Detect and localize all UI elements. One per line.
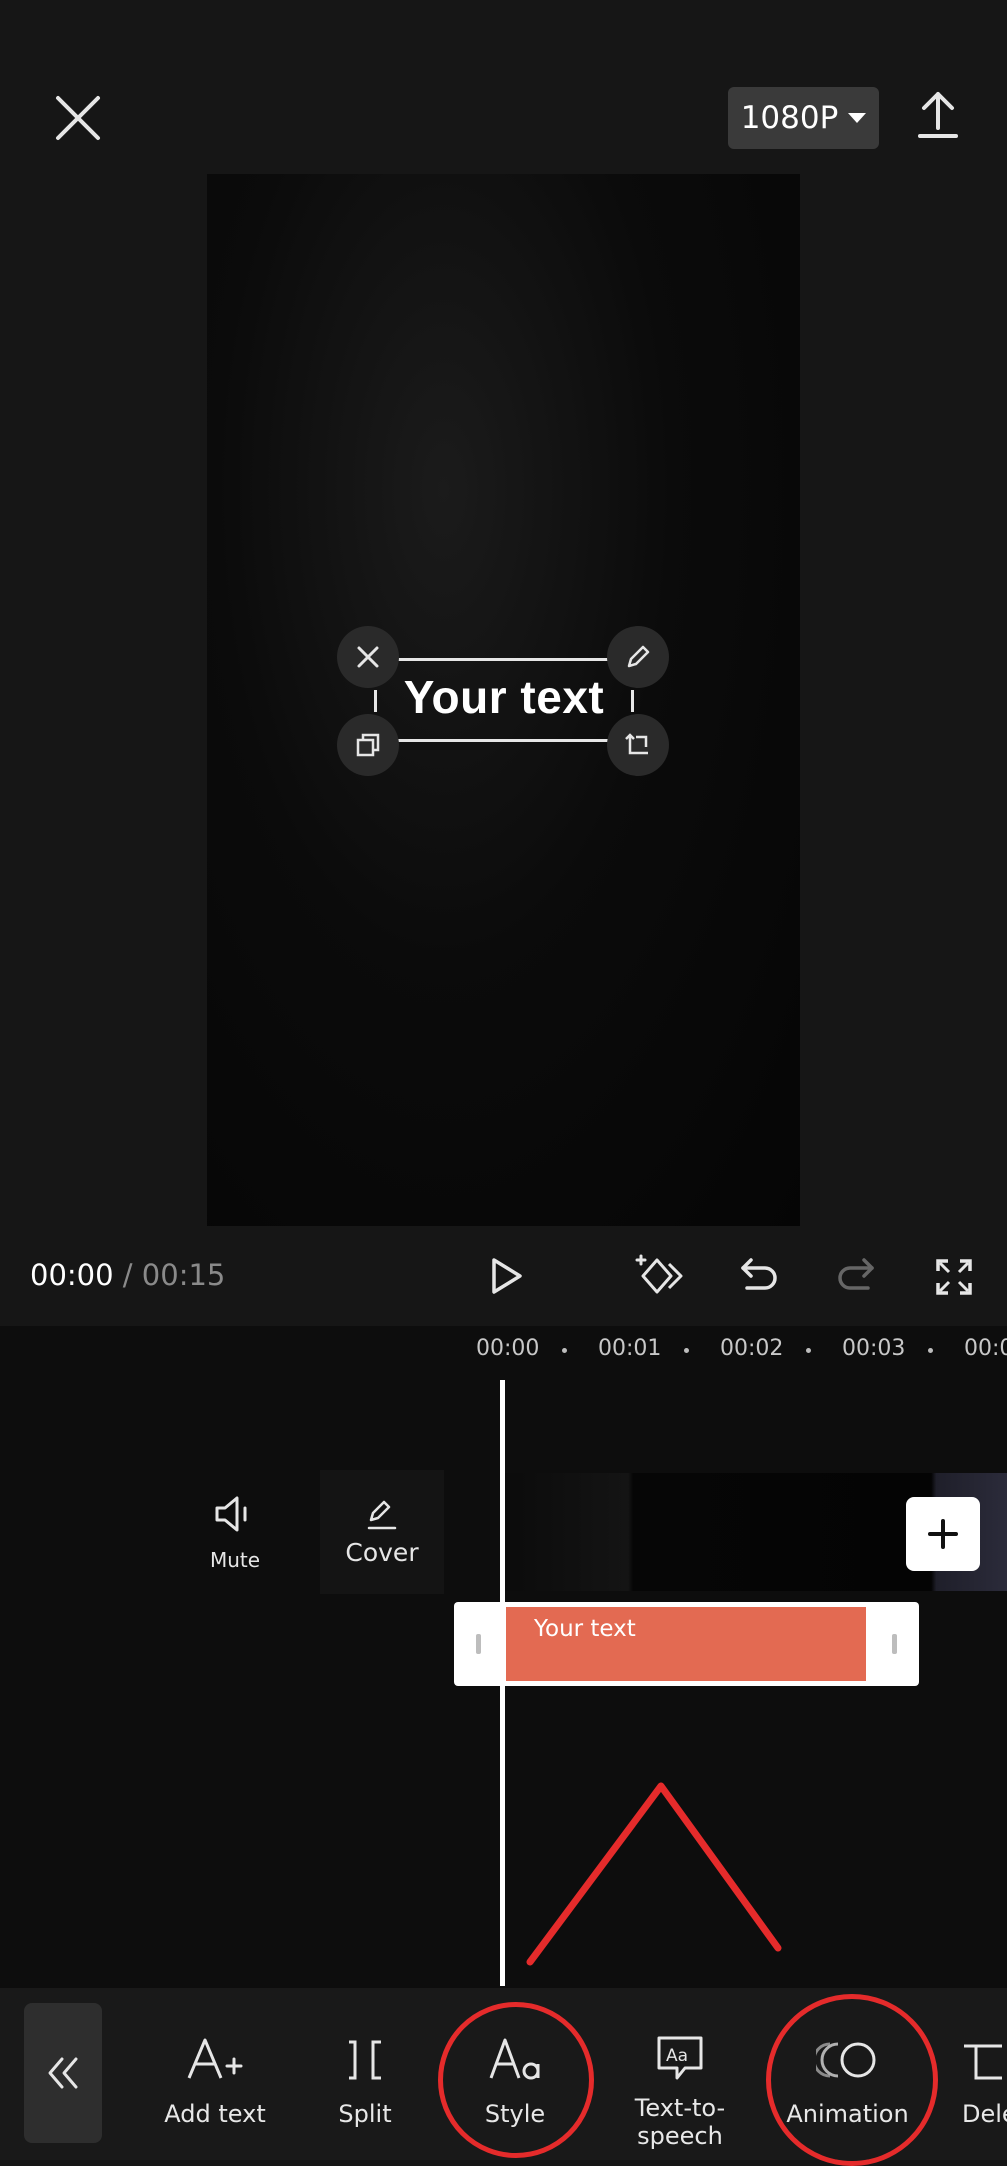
split-tool[interactable]: Split bbox=[325, 2026, 405, 2128]
playhead[interactable] bbox=[500, 1380, 505, 1986]
text-clip-label: Your text bbox=[534, 1616, 636, 1642]
redo-button[interactable] bbox=[834, 1256, 878, 1296]
add-text-tool[interactable]: Add text bbox=[150, 2026, 280, 2128]
timestamp-dot bbox=[562, 1348, 567, 1353]
collapse-toolbar-button[interactable] bbox=[24, 2003, 102, 2143]
timestamp-dot bbox=[684, 1348, 689, 1353]
selection-border-top bbox=[396, 658, 612, 661]
playback-time: 00:00 / 00:15 bbox=[30, 1258, 225, 1292]
speaker-icon bbox=[215, 1496, 247, 1532]
delete-tool[interactable]: Dele bbox=[962, 2026, 1007, 2128]
close-icon bbox=[56, 96, 100, 140]
timestamp: 00:03 bbox=[842, 1336, 906, 1361]
overlay-text: Your text bbox=[403, 671, 605, 723]
timestamp: 00:02 bbox=[720, 1336, 784, 1361]
copy-icon bbox=[356, 733, 380, 757]
pencil-icon bbox=[367, 1500, 397, 1530]
undo-icon bbox=[741, 1258, 777, 1290]
close-button[interactable] bbox=[50, 90, 106, 146]
timestamp: 00:0 bbox=[964, 1336, 1007, 1361]
caret-down-icon bbox=[848, 113, 867, 123]
pencil-icon bbox=[627, 645, 650, 668]
play-icon bbox=[492, 1258, 522, 1294]
mute-button[interactable]: Mute bbox=[190, 1494, 280, 1572]
fullscreen-icon bbox=[936, 1259, 972, 1295]
selection-border-bottom bbox=[396, 739, 612, 742]
text-clip-right-handle[interactable] bbox=[892, 1634, 897, 1654]
play-button[interactable] bbox=[486, 1256, 526, 1296]
delete-label: Dele bbox=[962, 2100, 1007, 2128]
resolution-label: 1080P bbox=[740, 100, 839, 136]
plus-icon bbox=[928, 1519, 958, 1549]
double-chevron-left-icon bbox=[48, 2057, 78, 2089]
time-separator: / bbox=[113, 1258, 142, 1292]
annotation-circle-animation bbox=[766, 1994, 938, 2166]
keyframe-icon bbox=[635, 1254, 683, 1294]
total-time: 00:15 bbox=[141, 1258, 226, 1292]
undo-button[interactable] bbox=[737, 1256, 781, 1296]
annotation-arrow-icon bbox=[526, 1782, 782, 1966]
resolution-button[interactable]: 1080P bbox=[728, 87, 879, 149]
close-icon bbox=[357, 646, 379, 668]
redo-icon bbox=[838, 1258, 874, 1290]
cover-button[interactable]: Cover bbox=[320, 1470, 444, 1594]
split-label: Split bbox=[338, 2100, 392, 2128]
keyframe-button[interactable] bbox=[633, 1252, 685, 1300]
rotate-scale-handle[interactable] bbox=[607, 714, 669, 776]
delete-text-handle[interactable] bbox=[337, 626, 399, 688]
text-clip[interactable]: Your text bbox=[454, 1602, 919, 1686]
add-text-icon bbox=[187, 2038, 243, 2079]
split-icon bbox=[349, 2040, 381, 2080]
svg-text:Aa: Aa bbox=[666, 2046, 688, 2066]
edit-text-handle[interactable] bbox=[607, 626, 669, 688]
add-text-label: Add text bbox=[164, 2100, 266, 2128]
duplicate-text-handle[interactable] bbox=[337, 714, 399, 776]
delete-icon bbox=[964, 2044, 1002, 2080]
timestamp-dot bbox=[928, 1348, 933, 1353]
timestamp: 00:00 bbox=[476, 1336, 540, 1361]
upload-icon bbox=[918, 92, 958, 138]
text-selection-box[interactable]: Your text bbox=[374, 658, 634, 742]
text-to-speech-label: Text-to- speech bbox=[634, 2094, 726, 2150]
cover-label: Cover bbox=[345, 1538, 419, 1567]
timestamp: 00:01 bbox=[598, 1336, 662, 1361]
rotate-icon bbox=[625, 733, 648, 755]
text-clip-left-handle[interactable] bbox=[476, 1634, 481, 1654]
timestamp-dot bbox=[806, 1348, 811, 1353]
fullscreen-button[interactable] bbox=[934, 1257, 974, 1297]
add-clip-button[interactable] bbox=[906, 1497, 980, 1571]
export-button[interactable] bbox=[914, 88, 962, 142]
current-time: 00:00 bbox=[30, 1258, 114, 1292]
text-to-speech-icon: Aa bbox=[657, 2036, 703, 2080]
annotation-circle-style bbox=[438, 2002, 594, 2158]
text-to-speech-tool[interactable]: Aa Text-to- speech bbox=[620, 2026, 740, 2150]
mute-label: Mute bbox=[209, 1548, 261, 1572]
